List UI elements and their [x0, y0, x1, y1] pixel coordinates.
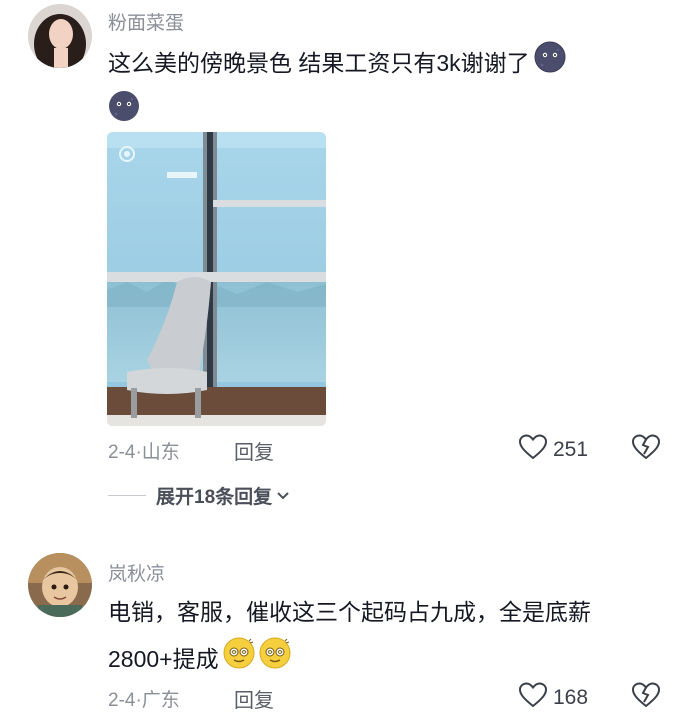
avatar[interactable]	[28, 4, 92, 68]
comment-location: 山东	[141, 442, 180, 463]
comment-date: 2-4	[108, 442, 136, 463]
username[interactable]: 粉面菜蛋	[108, 8, 184, 35]
broken-heart-icon	[631, 434, 661, 460]
moon-face-icon	[108, 90, 140, 138]
reply-button[interactable]: 回复	[234, 436, 274, 465]
like-count: 168	[553, 686, 589, 709]
comment-text-line1: 电销，客服，催收这三个起码占九成，全是底薪	[108, 599, 591, 625]
comment-text: 电销，客服，催收这三个起码占九成，全是底薪 2800+提成	[108, 589, 668, 685]
heart-icon	[518, 434, 548, 466]
broken-heart-icon	[631, 682, 661, 708]
heart-icon	[518, 682, 548, 714]
like-count: 251	[553, 438, 589, 461]
comment-meta: 2-4·广东	[108, 685, 180, 712]
like-button[interactable]: 251	[518, 434, 589, 466]
dizzy-face-icon	[259, 637, 291, 685]
chevron-down-icon	[276, 485, 290, 507]
divider-line	[108, 495, 146, 496]
username[interactable]: 岚秋凉	[108, 559, 165, 586]
expand-replies-button[interactable]: 展开18条回复	[108, 482, 290, 509]
dislike-button[interactable]	[631, 434, 661, 465]
comment-text: 这么美的傍晚景色 结果工资只有3k谢谢了	[108, 40, 668, 138]
reply-button[interactable]: 回复	[234, 684, 274, 713]
comment-meta: 2-4·山东	[108, 437, 180, 464]
expand-replies-label: 展开18条回复	[156, 487, 273, 508]
comment-text-line2: 2800+提成	[108, 646, 219, 672]
comment-text-content: 这么美的傍晚景色 结果工资只有3k谢谢了	[108, 50, 530, 76]
comment-image[interactable]	[107, 132, 326, 426]
like-button[interactable]: 168	[518, 682, 589, 714]
comment-location: 广东	[141, 690, 180, 711]
comment-date: 2-4	[108, 690, 136, 711]
dizzy-face-icon	[223, 637, 255, 685]
moon-face-icon	[534, 41, 566, 89]
dislike-button[interactable]	[631, 682, 661, 713]
avatar[interactable]	[28, 553, 92, 617]
